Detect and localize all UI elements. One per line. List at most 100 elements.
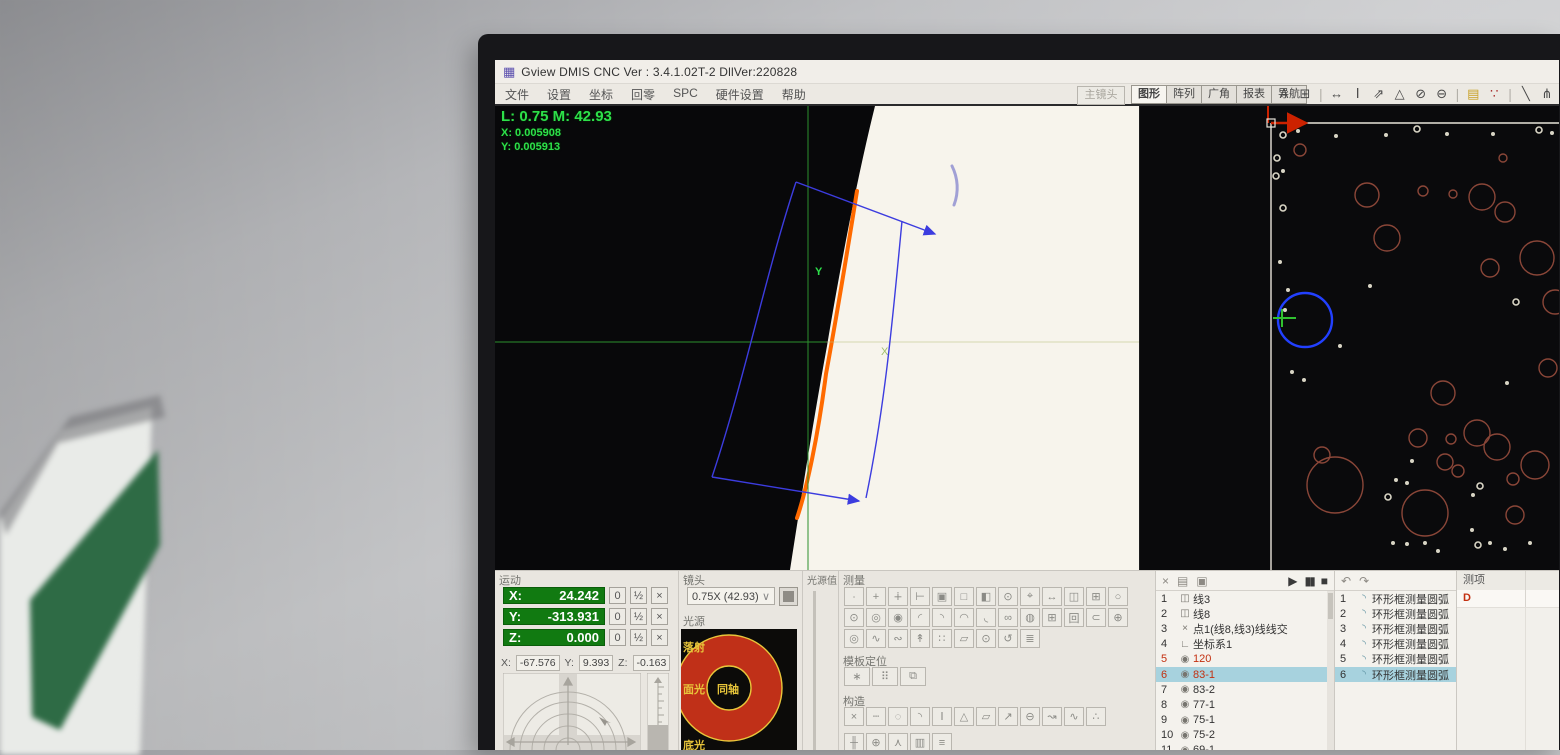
layers-icon[interactable]: ▤	[1466, 85, 1480, 103]
feature-row[interactable]: 8◉77-1	[1156, 697, 1327, 712]
feature-row[interactable]: 2◫线8	[1156, 606, 1327, 621]
tool-icon[interactable]: ∔	[888, 587, 908, 606]
cad-point[interactable]	[1283, 308, 1287, 312]
arc-row[interactable]: 6◝环形框测量圆弧	[1335, 667, 1456, 682]
cad-point[interactable]	[1445, 132, 1449, 136]
results-row[interactable]: D	[1457, 590, 1559, 608]
angle-icon[interactable]: △	[1393, 85, 1407, 103]
menu-item[interactable]: SPC	[673, 86, 698, 103]
tool-icon[interactable]: ≡	[932, 733, 952, 750]
cad-point[interactable]	[1302, 378, 1306, 382]
view-tab-阵列[interactable]: 阵列	[1167, 85, 1202, 104]
feature-row[interactable]: 10◉75-2	[1156, 728, 1327, 743]
cad-point[interactable]	[1436, 549, 1440, 553]
tool-icon[interactable]: ◎	[844, 629, 864, 648]
main-lens-button[interactable]: 主镜头	[1077, 86, 1125, 105]
tool-icon[interactable]: ◜	[910, 608, 930, 627]
tool-icon[interactable]: ◝	[910, 707, 930, 726]
tool-icon[interactable]: ▥	[910, 733, 930, 750]
z-slider[interactable]	[647, 673, 669, 750]
cad-point[interactable]	[1491, 132, 1495, 136]
tool-icon[interactable]: ▱	[976, 707, 996, 726]
tool-icon[interactable]: ⠿	[872, 667, 898, 686]
camera-view[interactable]: Y X L: 0.75 M: 42.93 X: 0.005908 Y: 0.00…	[495, 106, 1139, 570]
tool-icon[interactable]: ⊞	[1042, 608, 1062, 627]
feature-row[interactable]: 11◉69-1	[1156, 743, 1327, 750]
cad-point[interactable]	[1286, 288, 1290, 292]
lens-settings-button[interactable]	[779, 587, 798, 606]
tool-icon[interactable]: ◠	[954, 608, 974, 627]
view-tab-广角[interactable]: 广角	[1202, 85, 1237, 104]
grid-icon[interactable]: ⊞	[1298, 85, 1312, 103]
tool-icon[interactable]: ∷	[932, 629, 952, 648]
tool-icon[interactable]: ┄	[866, 707, 886, 726]
tool-icon[interactable]: ⊖	[1020, 707, 1040, 726]
tool-icon[interactable]: ↔	[1042, 587, 1062, 606]
cad-point[interactable]	[1423, 541, 1427, 545]
tool-icon[interactable]: ◍	[1020, 608, 1040, 627]
h-distance-icon[interactable]: ↔	[1330, 85, 1344, 103]
line-tool-icon[interactable]: ╲	[1519, 85, 1533, 103]
tool-icon[interactable]: ⊢	[910, 587, 930, 606]
arc-row[interactable]: 3◝环形框测量圆弧	[1335, 621, 1456, 636]
tool-icon[interactable]: 回	[1064, 608, 1084, 627]
tool-icon[interactable]: ◎	[866, 608, 886, 627]
cad-point[interactable]	[1368, 284, 1372, 288]
axis-half-button[interactable]: ½	[630, 608, 647, 625]
axis-zero-button[interactable]: 0	[609, 587, 626, 604]
cad-point[interactable]	[1384, 133, 1388, 137]
menu-item[interactable]: 回零	[631, 86, 655, 103]
cad-point[interactable]	[1405, 542, 1409, 546]
menu-item[interactable]: 帮助	[782, 86, 806, 103]
light-value-slider[interactable]	[813, 591, 816, 750]
tool-icon[interactable]: Ⅰ	[932, 707, 952, 726]
arc-row[interactable]: 1◝环形框测量圆弧	[1335, 591, 1456, 606]
tool-icon[interactable]: ⋏	[888, 733, 908, 750]
axis-zero-button[interactable]: 0	[609, 608, 626, 625]
tool-icon[interactable]: ⊕	[1108, 608, 1128, 627]
tool-icon[interactable]: ≣	[1020, 629, 1040, 648]
tool-icon[interactable]: ◝	[932, 608, 952, 627]
axis-clear-button[interactable]: ×	[651, 608, 668, 625]
tool-icon[interactable]: △	[954, 707, 974, 726]
tool-icon[interactable]: ⊙	[976, 629, 996, 648]
arc-row[interactable]: 5◝环形框测量圆弧	[1335, 652, 1456, 667]
cad-point[interactable]	[1488, 541, 1492, 545]
cad-point[interactable]	[1471, 493, 1475, 497]
scatter-points-icon[interactable]: ∵	[1487, 85, 1501, 103]
axis-half-button[interactable]: ½	[630, 629, 647, 646]
tool-icon[interactable]: ∿	[1064, 707, 1084, 726]
tool-icon[interactable]: ×	[844, 707, 864, 726]
save-icon[interactable]: ▣	[1196, 574, 1207, 588]
view-tab-图形[interactable]: 图形	[1131, 85, 1167, 104]
jog-pad[interactable]	[503, 673, 641, 750]
feature-row[interactable]: 1◫线3	[1156, 591, 1327, 606]
cad-point[interactable]	[1550, 131, 1554, 135]
cad-view[interactable]	[1139, 106, 1559, 570]
light-label-bottom[interactable]: 底光	[683, 737, 705, 750]
view-tab-报表[interactable]: 报表	[1237, 85, 1272, 104]
menu-item[interactable]: 坐标	[589, 86, 613, 103]
tool-icon[interactable]: ∾	[888, 629, 908, 648]
cad-point[interactable]	[1505, 381, 1509, 385]
light-ring-control[interactable]: 落射 面光 同轴 底光	[681, 629, 797, 750]
tool-icon[interactable]: ○	[1108, 587, 1128, 606]
arc-row[interactable]: 2◝环形框测量圆弧	[1335, 606, 1456, 621]
cad-point[interactable]	[1391, 541, 1395, 545]
axis-clear-button[interactable]: ×	[651, 629, 668, 646]
menu-item[interactable]: 硬件设置	[716, 86, 764, 103]
tool-icon[interactable]: ∙	[844, 587, 864, 606]
tool-icon[interactable]: ◟	[976, 608, 996, 627]
tool-icon[interactable]: +	[866, 587, 886, 606]
stop-button[interactable]: ■	[1321, 574, 1328, 588]
tool-icon[interactable]: ⊙	[998, 587, 1018, 606]
axis-zero-button[interactable]: 0	[609, 629, 626, 646]
menu-item[interactable]: 文件	[505, 86, 529, 103]
feature-row[interactable]: 3×点1(线8,线3)线线交	[1156, 621, 1327, 636]
tool-icon[interactable]: ◉	[888, 608, 908, 627]
cad-point[interactable]	[1528, 541, 1532, 545]
tool-icon[interactable]: □	[954, 587, 974, 606]
document-icon[interactable]: ▤	[1177, 574, 1188, 588]
tool-icon[interactable]: ⊞	[1086, 587, 1106, 606]
light-label-coaxial[interactable]: 同轴	[717, 681, 739, 697]
